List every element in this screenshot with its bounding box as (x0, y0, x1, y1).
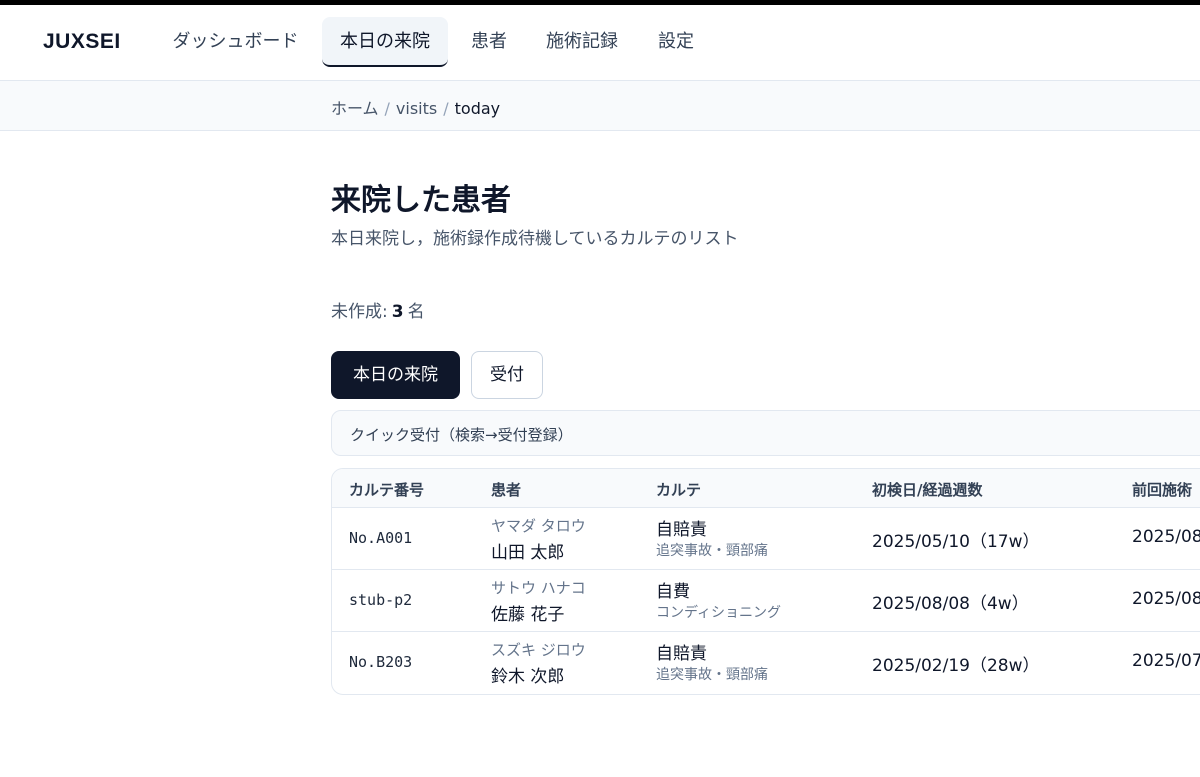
table-row[interactable]: No.A001 ヤマダ タロウ 山田 太郎 自賠責 追突事故・頸部痛 2025/… (332, 508, 1200, 570)
karte-type: 自賠責 (656, 520, 707, 540)
patient-kana: ヤマダ タロウ (491, 517, 586, 535)
pending-count-value: 3 (391, 302, 404, 322)
nav-item-treatment-records[interactable]: 施術記録 (536, 17, 628, 67)
quick-reception-label: クイック受付（検索→受付登録） (350, 426, 573, 444)
previous-treatment-date: 2025/08 (1132, 527, 1200, 547)
main-content: 来院した患者 本日来院し，施術録作成待機しているカルテのリスト 未作成: 3 名 本… (0, 131, 1200, 777)
karte-description: 追突事故・頸部痛 (656, 667, 768, 683)
top-navbar: JUXSEI ダッシュボード 本日の来院 患者 施術記録 設定 (0, 5, 1200, 81)
breadcrumb-separator: / (384, 99, 390, 118)
column-header-patient: 患者 (491, 481, 522, 499)
page-title: 来院した患者 (331, 183, 511, 218)
breadcrumb-current: today (454, 99, 501, 118)
table-header-row: カルテ番号 患者 カルテ 初検日/経過週数 前回施術 (332, 469, 1200, 508)
column-header-karte: カルテ (656, 481, 702, 499)
pending-count: 未作成: 3 名 (331, 297, 425, 322)
pending-count-unit: 名 (407, 302, 425, 322)
reception-button[interactable]: 受付 (471, 351, 543, 399)
table-row[interactable]: No.B203 スズキ ジロウ 鈴木 次郎 自賠責 追突事故・頸部痛 2025/… (332, 632, 1200, 694)
karte-type: 自費 (656, 582, 690, 602)
column-header-prev-treatment: 前回施術 (1132, 481, 1193, 499)
first-visit-date: 2025/08/08（4w） (872, 594, 1029, 614)
chart-number: stub-p2 (349, 591, 413, 609)
nav-item-dashboard[interactable]: ダッシュボード (163, 17, 308, 67)
patient-name: 鈴木 次郎 (491, 667, 565, 687)
visits-table: カルテ番号 患者 カルテ 初検日/経過週数 前回施術 No.A001 ヤマダ タ… (331, 468, 1200, 695)
patient-kana: サトウ ハナコ (491, 579, 586, 597)
breadcrumb-home[interactable]: ホーム (331, 99, 379, 118)
karte-type: 自賠責 (656, 644, 707, 664)
breadcrumb-visits[interactable]: visits (396, 99, 437, 118)
nav-item-today-visits[interactable]: 本日の来院 (322, 17, 448, 67)
patient-kana: スズキ ジロウ (491, 641, 586, 659)
first-visit-date: 2025/02/19（28w） (872, 656, 1040, 676)
quick-reception-panel[interactable]: クイック受付（検索→受付登録） (331, 410, 1200, 456)
page-subtitle: 本日来院し，施術録作成待機しているカルテのリスト (331, 229, 739, 249)
chart-number: No.B203 (349, 653, 413, 671)
previous-treatment-date: 2025/08 (1132, 589, 1200, 609)
today-visits-button[interactable]: 本日の来院 (331, 351, 460, 399)
column-header-first-visit: 初検日/経過週数 (872, 481, 983, 499)
karte-description: コンディショニング (656, 605, 782, 621)
previous-treatment-date: 2025/07 (1132, 651, 1200, 671)
first-visit-date: 2025/05/10（17w） (872, 532, 1040, 552)
table-row[interactable]: stub-p2 サトウ ハナコ 佐藤 花子 自費 コンディショニング 2025/… (332, 570, 1200, 632)
patient-name: 山田 太郎 (491, 543, 565, 563)
pending-count-label: 未作成: (331, 302, 388, 322)
chart-number: No.A001 (349, 529, 413, 547)
nav-item-settings[interactable]: 設定 (650, 17, 702, 67)
breadcrumb: ホーム / visits / today (331, 95, 500, 119)
breadcrumb-separator: / (443, 99, 449, 118)
breadcrumb-bar: ホーム / visits / today (0, 81, 1200, 131)
patient-name: 佐藤 花子 (491, 605, 565, 625)
karte-description: 追突事故・頸部痛 (656, 543, 768, 559)
column-header-chart-no: カルテ番号 (349, 481, 425, 499)
brand-logo[interactable]: JUXSEI (43, 30, 121, 54)
nav-item-patients[interactable]: 患者 (463, 17, 515, 67)
